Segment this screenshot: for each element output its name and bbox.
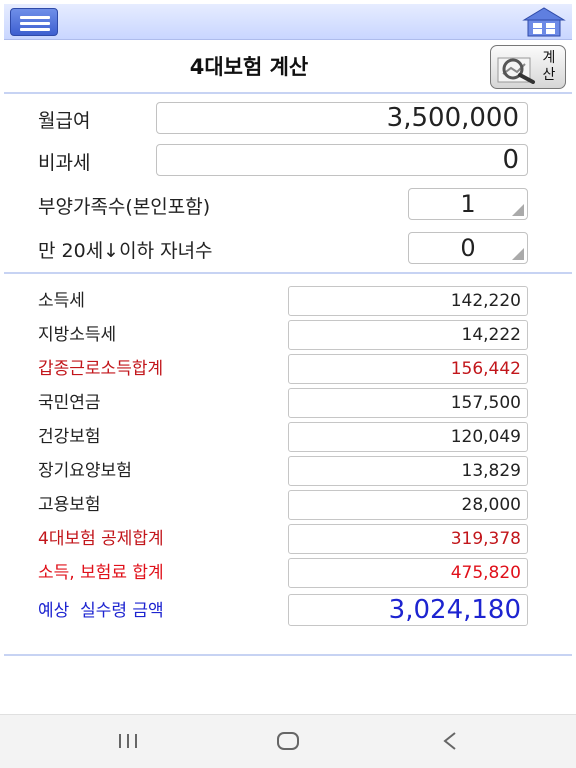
local-tax-label: 지방소득세 bbox=[38, 325, 117, 345]
result-row-local-tax: 지방소득세 14,222 bbox=[4, 312, 572, 350]
result-row-net-pay: 예상 실수령 금액 3,024,180 bbox=[4, 586, 572, 626]
earned-income-total-label: 갑종근로소득합계 bbox=[38, 359, 164, 379]
magnifier-check-icon bbox=[497, 57, 535, 84]
calculate-button-label: 계산 bbox=[542, 50, 556, 83]
page-title: 4대보험 계산 bbox=[189, 55, 309, 79]
nontax-label: 비과세 bbox=[38, 152, 91, 174]
children-label: 만 20세↓이하 자녀수 bbox=[38, 240, 213, 262]
salary-input[interactable]: 3,500,000 bbox=[156, 102, 528, 134]
dependents-row: 부양가족수(본인포함) 1 bbox=[4, 188, 572, 224]
dependents-spinner[interactable]: 1 bbox=[408, 188, 528, 220]
result-row-national-pension: 국민연금 157,500 bbox=[4, 380, 572, 418]
result-row-income-tax: 소득세 142,220 bbox=[4, 278, 572, 316]
net-pay-value: 3,024,180 bbox=[288, 594, 528, 626]
hamburger-menu-icon[interactable] bbox=[10, 8, 58, 36]
nontax-input[interactable]: 0 bbox=[156, 144, 528, 176]
home-icon[interactable] bbox=[520, 6, 568, 38]
title-bar: 4대보험 계산 계산 bbox=[4, 40, 572, 94]
salary-row: 월급여 3,500,000 bbox=[4, 102, 572, 138]
input-section: 월급여 3,500,000 비과세 0 부양가족수(본인포함) 1 만 20세↓… bbox=[4, 96, 572, 274]
result-row-employment-insurance: 고용보험 28,000 bbox=[4, 482, 572, 520]
result-row-long-term-care: 장기요양보험 13,829 bbox=[4, 448, 572, 486]
national-pension-label: 국민연금 bbox=[38, 393, 101, 413]
tax-insurance-total-label: 소득, 보험료 합계 bbox=[38, 563, 164, 583]
net-pay-label: 예상 실수령 금액 bbox=[38, 601, 164, 621]
tax-insurance-total-value: 475,820 bbox=[288, 558, 528, 588]
dependents-value: 1 bbox=[460, 190, 476, 218]
children-row: 만 20세↓이하 자녀수 0 bbox=[4, 232, 572, 268]
app-screen: 4대보험 계산 계산 월급여 3,500,000 비과세 0 부양가족수(본인포… bbox=[0, 0, 576, 768]
nontax-row: 비과세 0 bbox=[4, 144, 572, 180]
salary-label: 월급여 bbox=[38, 110, 91, 132]
calculate-button[interactable]: 계산 bbox=[490, 45, 566, 89]
dropdown-corner-icon bbox=[512, 248, 524, 260]
income-tax-label: 소득세 bbox=[38, 291, 85, 311]
result-row-insurance-deduction-total: 4대보험 공제합계 319,378 bbox=[4, 516, 572, 554]
result-row-health-insurance: 건강보험 120,049 bbox=[4, 414, 572, 452]
recent-apps-icon[interactable] bbox=[108, 727, 148, 755]
long-term-care-label: 장기요양보험 bbox=[38, 461, 132, 481]
dependents-label: 부양가족수(본인포함) bbox=[38, 196, 211, 218]
nav-home-icon[interactable] bbox=[268, 727, 308, 755]
children-value: 0 bbox=[460, 234, 476, 262]
top-app-bar bbox=[4, 4, 572, 40]
children-spinner[interactable]: 0 bbox=[408, 232, 528, 264]
insurance-deduction-total-label: 4대보험 공제합계 bbox=[38, 529, 164, 549]
result-row-earned-income-total: 갑종근로소득합계 156,442 bbox=[4, 346, 572, 384]
system-nav-bar bbox=[0, 714, 576, 768]
result-row-tax-insurance-total: 소득, 보험료 합계 475,820 bbox=[4, 550, 572, 588]
back-icon[interactable] bbox=[430, 727, 470, 755]
dropdown-corner-icon bbox=[512, 204, 524, 216]
results-section: 소득세 142,220 지방소득세 14,222 갑종근로소득합계 156,44… bbox=[4, 276, 572, 656]
employment-insurance-label: 고용보험 bbox=[38, 495, 101, 515]
health-insurance-label: 건강보험 bbox=[38, 427, 101, 447]
